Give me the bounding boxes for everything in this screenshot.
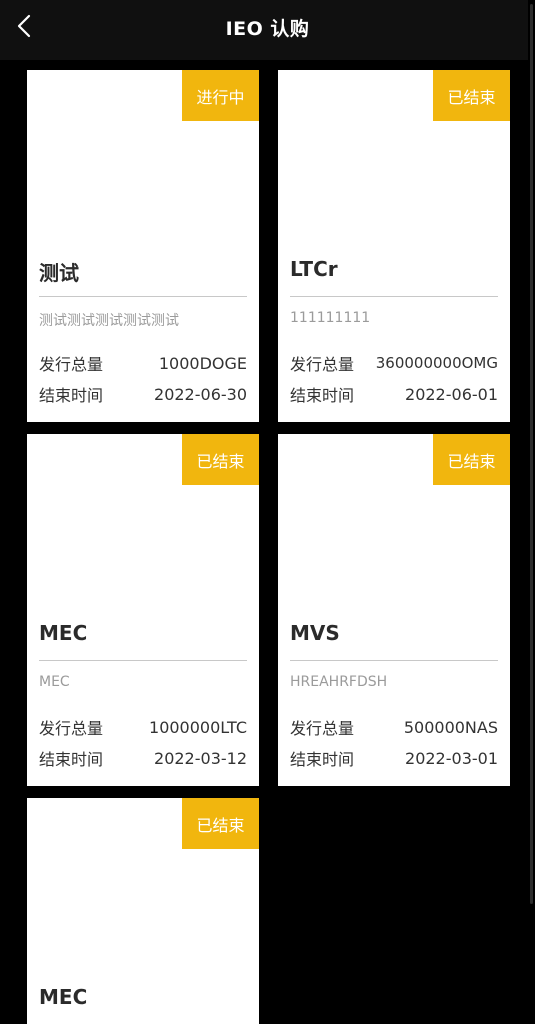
card-description: 111111111 [290, 310, 371, 326]
end-time-row: 结束时间 2022-03-12 [39, 746, 247, 770]
total-row: 发行总量 360000000OMG [290, 351, 498, 375]
card-name: MEC [39, 621, 88, 645]
page-title: IEO 认购 [225, 18, 310, 40]
total-row: 发行总量 1000DOGE [39, 351, 247, 375]
total-value: 1000000LTC [149, 717, 247, 737]
status-badge: 已结束 [433, 70, 510, 121]
end-time-label: 结束时间 [39, 750, 104, 769]
card-description: 测试测试测试测试测试 [39, 313, 179, 329]
card-name: MVS [290, 621, 340, 645]
divider [39, 296, 247, 297]
status-badge: 已结束 [433, 434, 510, 485]
status-badge: 进行中 [182, 70, 259, 121]
ieo-page: IEO 认购 进行中 测试 测试测试测试测试测试 发行总量 1000DOGE 结… [0, 0, 535, 1024]
total-row: 发行总量 1000000LTC [39, 715, 247, 739]
card-name: 测试 [39, 261, 79, 285]
total-value: 500000NAS [403, 717, 498, 737]
scrollbar-thumb[interactable] [530, 4, 533, 904]
divider [290, 296, 498, 297]
ieo-card[interactable]: 已结束 MEC [27, 798, 259, 1024]
end-time-label: 结束时间 [290, 750, 355, 769]
status-badge: 已结束 [182, 434, 259, 485]
end-time-value: 2022-06-30 [154, 384, 247, 404]
status-badge: 已结束 [182, 798, 259, 849]
total-label: 发行总量 [290, 719, 355, 738]
ieo-card[interactable]: 已结束 MVS HREAHRFDSH 发行总量 500000NAS 结束时间 2… [278, 434, 510, 786]
card-description: MEC [39, 674, 70, 690]
scrollbar[interactable] [528, 0, 535, 1024]
end-time-label: 结束时间 [39, 386, 104, 405]
card-description: HREAHRFDSH [290, 674, 388, 690]
divider [39, 660, 247, 661]
total-row: 发行总量 500000NAS [290, 715, 498, 739]
total-label: 发行总量 [39, 719, 104, 738]
end-time-value: 2022-06-01 [405, 384, 498, 404]
total-value: 1000DOGE [158, 353, 247, 373]
total-label: 发行总量 [39, 355, 104, 374]
end-time-row: 结束时间 2022-06-01 [290, 382, 498, 406]
ieo-card[interactable]: 进行中 测试 测试测试测试测试测试 发行总量 1000DOGE 结束时间 202… [27, 70, 259, 422]
end-time-value: 2022-03-01 [405, 748, 498, 768]
divider [290, 660, 498, 661]
card-name: LTCr [290, 257, 338, 281]
end-time-row: 结束时间 2022-03-01 [290, 746, 498, 770]
ieo-card[interactable]: 已结束 LTCr 111111111 发行总量 360000000OMG 结束时… [278, 70, 510, 422]
end-time-label: 结束时间 [290, 386, 355, 405]
total-value: 360000000OMG [375, 354, 498, 372]
card-name: MEC [39, 985, 88, 1009]
end-time-row: 结束时间 2022-06-30 [39, 382, 247, 406]
total-label: 发行总量 [290, 355, 355, 374]
end-time-value: 2022-03-12 [154, 748, 247, 768]
ieo-card[interactable]: 已结束 MEC MEC 发行总量 1000000LTC 结束时间 2022-03… [27, 434, 259, 786]
top-bar: IEO 认购 [0, 0, 535, 60]
